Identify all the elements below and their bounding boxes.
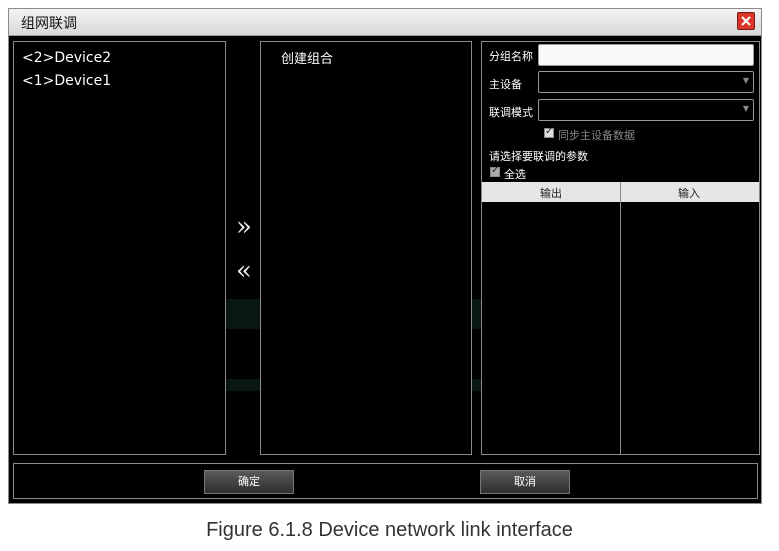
link-mode-select[interactable]: ▼ xyxy=(538,99,754,121)
sync-master-label: 同步主设备数据 xyxy=(558,129,635,142)
figure-caption: Figure 6.1.8 Device network link interfa… xyxy=(206,519,573,541)
column-input[interactable]: 输入 xyxy=(678,185,700,201)
close-icon xyxy=(741,16,751,26)
select-all-checkbox[interactable]: ✓ xyxy=(490,165,500,177)
device-list[interactable]: <2>Device2 <1>Device1 xyxy=(13,41,226,455)
group-name-input[interactable] xyxy=(538,44,754,66)
close-button[interactable] xyxy=(737,12,755,30)
group-settings-panel: 分组名称 主设备 ▼ 联调模式 ▼ ✓ 同步主设备数据 请选择要联调的参数 ✓ … xyxy=(481,41,760,455)
column-divider xyxy=(620,182,621,454)
column-output[interactable]: 输出 xyxy=(540,185,562,201)
device-item[interactable]: <1>Device1 xyxy=(22,73,111,89)
master-device-select[interactable]: ▼ xyxy=(538,71,754,93)
check-icon: ✓ xyxy=(545,126,554,137)
dropdown-arrow-icon: ▼ xyxy=(742,104,749,113)
title-bar: 组网联调 xyxy=(9,9,761,36)
group-panel[interactable]: 创建组合 xyxy=(260,41,472,455)
create-group-item[interactable]: 创建组合 xyxy=(281,48,333,67)
double-chevron-left-icon: « xyxy=(236,256,252,286)
select-all-label: 全选 xyxy=(504,168,526,181)
confirm-button[interactable]: 确定 xyxy=(204,470,294,494)
check-icon: ✓ xyxy=(491,165,500,176)
sync-master-checkbox[interactable]: ✓ xyxy=(544,126,554,138)
cancel-button[interactable]: 取消 xyxy=(480,470,570,494)
remove-from-group-button[interactable]: « xyxy=(236,258,252,284)
network-link-dialog: 组网联调 <2>Device2 <1>Device1 » « 创建组合 分组名称… xyxy=(8,8,762,504)
dialog-title: 组网联调 xyxy=(21,16,77,32)
link-mode-label: 联调模式 xyxy=(489,106,533,119)
master-device-label: 主设备 xyxy=(489,78,522,91)
button-bar: 确定 取消 xyxy=(13,463,758,499)
group-name-label: 分组名称 xyxy=(489,50,533,63)
add-to-group-button[interactable]: » xyxy=(236,214,252,240)
params-label: 请选择要联调的参数 xyxy=(489,150,588,163)
double-chevron-right-icon: » xyxy=(236,212,252,242)
device-item[interactable]: <2>Device2 xyxy=(22,50,111,66)
dropdown-arrow-icon: ▼ xyxy=(742,76,749,85)
